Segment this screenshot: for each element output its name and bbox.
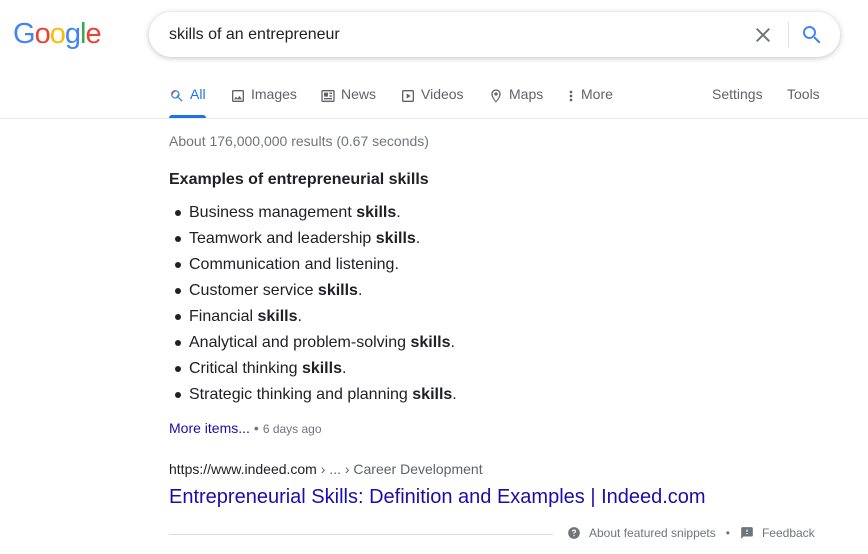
item-text: Financial	[189, 308, 258, 325]
item-bold: skills	[317, 282, 358, 299]
about-featured-snippets-link[interactable]: About featured snippets	[567, 526, 716, 540]
item-bold: skills	[301, 360, 342, 377]
tab-more[interactable]: More	[566, 86, 613, 118]
item-text: Strategic thinking and planning	[189, 386, 413, 403]
snippet-title: Examples of entrepreneurial skills	[169, 171, 429, 188]
close-icon	[756, 28, 770, 42]
news-icon	[321, 90, 335, 102]
item-text: Business management	[189, 204, 357, 221]
video-icon	[402, 90, 414, 102]
item-tail: .	[450, 334, 455, 351]
logo-letter: g	[64, 18, 81, 50]
item-text: Communication and listening.	[189, 256, 399, 273]
list-item: Communication and listening.	[169, 255, 457, 281]
header-divider	[0, 118, 868, 119]
tab-maps[interactable]: Maps	[488, 86, 543, 118]
result-url[interactable]: https://www.indeed.com › ... › Career De…	[169, 461, 483, 477]
result-stats: About 176,000,000 results (0.67 seconds)	[169, 133, 429, 149]
search-box	[149, 12, 840, 57]
list-item: Strategic thinking and planning skills.	[169, 385, 457, 411]
result-domain: https://www.indeed.com	[169, 461, 317, 477]
tab-label: All	[190, 86, 206, 102]
settings-label: Settings	[712, 86, 763, 102]
logo-letter: o	[49, 18, 66, 50]
search-button[interactable]	[800, 23, 824, 47]
tab-label: Maps	[509, 86, 544, 102]
item-bold: skills	[410, 334, 451, 351]
result-title-link[interactable]: Entrepreneurial Skills: Definition and E…	[169, 486, 706, 509]
help-icon	[568, 527, 580, 539]
separator-dot: •	[725, 526, 730, 540]
image-icon	[232, 90, 244, 102]
list-item: Critical thinking skills.	[169, 359, 457, 385]
about-label: About featured snippets	[589, 526, 716, 540]
tab-label: Images	[251, 86, 297, 102]
search-icon	[171, 90, 183, 102]
tab-label: More	[581, 86, 613, 102]
feedback-icon	[741, 527, 753, 539]
item-tail: .	[357, 282, 363, 299]
logo-letter: o	[34, 18, 51, 50]
settings-link[interactable]: Settings	[712, 86, 763, 118]
snippet-age: 6 days ago	[262, 422, 322, 436]
item-text: Customer service	[189, 282, 318, 299]
search-icon	[803, 26, 821, 44]
feedback-label: Feedback	[761, 526, 815, 540]
item-tail: .	[297, 308, 302, 325]
map-pin-icon	[491, 89, 501, 103]
feedback-link[interactable]: Feedback	[740, 526, 815, 540]
tab-videos[interactable]: Videos	[400, 86, 464, 118]
item-tail: .	[452, 386, 457, 403]
separator-dot: •	[253, 420, 259, 436]
tab-label: News	[341, 86, 377, 102]
item-text: Critical thinking	[189, 360, 302, 377]
result-breadcrumb: › ... › Career Development	[316, 461, 483, 477]
item-tail: .	[415, 230, 421, 247]
search-divider	[788, 22, 789, 48]
snippet-footer: About featured snippets • Feedback	[567, 526, 815, 540]
item-tail: .	[396, 204, 401, 221]
list-item: Analytical and problem-solving skills.	[169, 333, 457, 359]
item-bold: skills	[356, 204, 397, 221]
list-item: Teamwork and leadership skills.	[169, 229, 457, 255]
list-item: Financial skills.	[169, 307, 457, 333]
google-logo[interactable]: Google	[13, 18, 102, 51]
clear-search-button[interactable]	[751, 23, 775, 47]
tools-label: Tools	[787, 86, 820, 102]
logo-letter: G	[13, 18, 36, 50]
list-item: Business management skills.	[169, 203, 457, 229]
snippet-footer-divider	[169, 534, 553, 535]
tools-link[interactable]: Tools	[787, 86, 820, 118]
more-items-line: More items... • 6 days ago	[169, 420, 322, 436]
search-input[interactable]	[169, 24, 729, 46]
item-tail: .	[341, 360, 347, 377]
snippet-list: Business management skills. Teamwork and…	[169, 203, 457, 411]
tab-label: Videos	[421, 86, 464, 102]
tab-news[interactable]: News	[320, 86, 376, 118]
item-text: Teamwork and leadership	[189, 230, 376, 247]
item-text: Analytical and problem-solving	[189, 334, 411, 351]
tab-all[interactable]: All	[169, 86, 206, 118]
logo-letter: e	[85, 18, 101, 50]
more-items-link[interactable]: More items...	[169, 420, 250, 436]
item-bold: skills	[412, 386, 453, 403]
item-bold: skills	[375, 230, 416, 247]
more-vert-icon	[569, 90, 573, 102]
tab-images[interactable]: Images	[230, 86, 297, 118]
list-item: Customer service skills.	[169, 281, 457, 307]
item-bold: skills	[257, 308, 298, 325]
